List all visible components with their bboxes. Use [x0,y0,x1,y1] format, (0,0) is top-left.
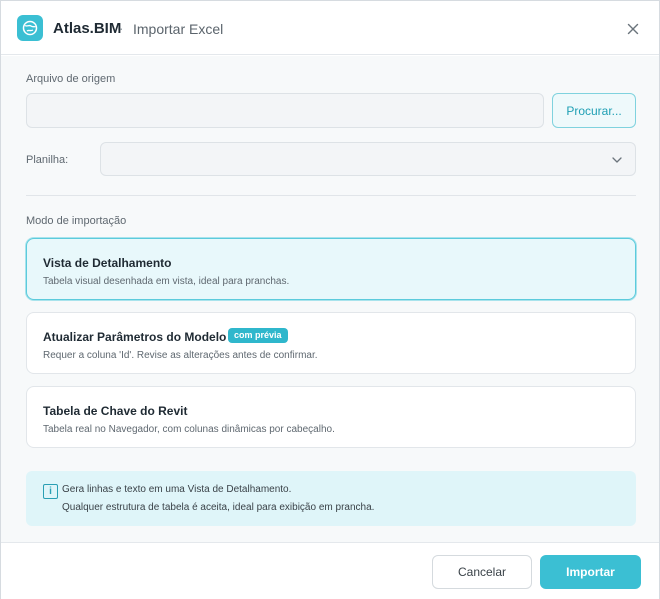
sheet-select[interactable] [100,142,636,176]
globe-icon [22,20,38,36]
mode-option-title: Atualizar Parâmetros do Modelo [43,330,227,344]
source-file-label: Arquivo de origem [26,73,116,85]
section-divider [26,195,636,196]
info-line-1: Gera linhas e texto em uma Vista de Deta… [62,484,292,495]
import-mode-label: Modo de importação [26,215,127,227]
info-icon: i [43,484,58,499]
mode-option-detail-view[interactable]: Vista de Detalhamento Tabela visual dese… [26,238,636,300]
close-icon [627,23,639,35]
dialog-body: Arquivo de origem Procurar... Planilha: … [1,56,659,542]
mode-option-description: Tabela real no Navegador, com colunas di… [43,424,335,435]
browse-button[interactable]: Procurar... [552,93,636,128]
app-name: Atlas.BIM [53,20,122,37]
info-box: i Gera linhas e texto em uma Vista de De… [26,471,636,526]
info-line-2: Qualquer estrutura de tabela é aceita, i… [62,502,375,513]
mode-option-title: Vista de Detalhamento [43,256,172,270]
mode-option-key-schedule[interactable]: Tabela de Chave do Revit Tabela real no … [26,386,636,448]
mode-option-description: Tabela visual desenhada em vista, ideal … [43,276,290,287]
import-excel-dialog: Atlas.BIM · Importar Excel Arquivo de or… [0,0,660,599]
import-button[interactable]: Importar [540,555,641,589]
mode-option-title: Tabela de Chave do Revit [43,404,188,418]
mode-option-update-parameters[interactable]: Atualizar Parâmetros do Modelo com prévi… [26,312,636,374]
dialog-title: Importar Excel [133,21,224,37]
cancel-button[interactable]: Cancelar [432,555,532,589]
dialog-header: Atlas.BIM · Importar Excel [1,1,659,55]
dialog-footer: Cancelar Importar [1,542,659,599]
chevron-down-icon [612,157,622,163]
close-button[interactable] [621,17,645,41]
sheet-label: Planilha: [26,154,69,166]
source-file-input[interactable] [26,93,544,128]
title-separator: · [119,20,124,36]
preview-badge: com prévia [228,328,288,343]
mode-option-description: Requer a coluna 'Id'. Revise as alteraçõ… [43,350,318,361]
app-logo [17,15,43,41]
